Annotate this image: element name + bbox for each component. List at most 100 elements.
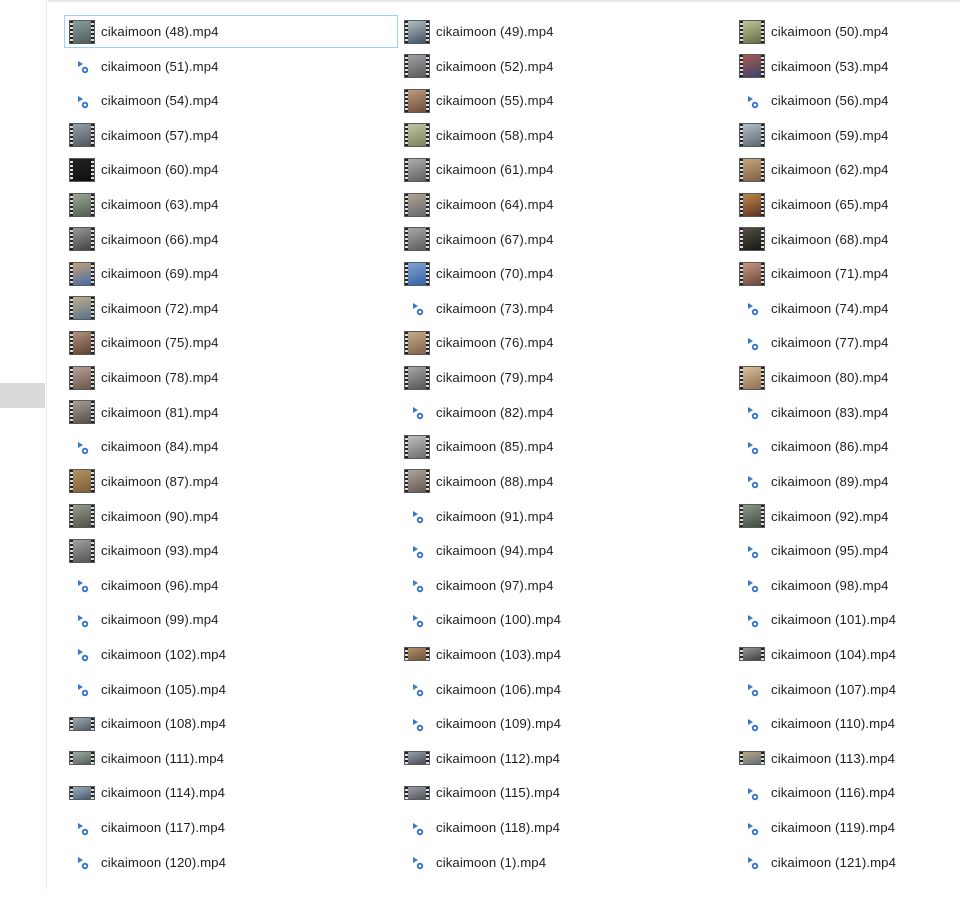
file-item[interactable]: cikaimoon (73).mp4 bbox=[399, 292, 734, 325]
file-item[interactable]: cikaimoon (93).mp4 bbox=[64, 534, 399, 567]
file-item[interactable]: cikaimoon (90).mp4 bbox=[64, 500, 399, 533]
file-name: cikaimoon (108).mp4 bbox=[101, 716, 227, 732]
file-item[interactable]: cikaimoon (53).mp4 bbox=[734, 50, 944, 83]
file-item[interactable]: cikaimoon (65).mp4 bbox=[734, 188, 944, 221]
file-item[interactable]: cikaimoon (85).mp4 bbox=[399, 430, 734, 463]
file-item[interactable]: cikaimoon (67).mp4 bbox=[399, 223, 734, 256]
file-item[interactable]: cikaimoon (79).mp4 bbox=[399, 361, 734, 394]
file-item[interactable]: cikaimoon (55).mp4 bbox=[399, 84, 734, 117]
file-item[interactable]: cikaimoon (69).mp4 bbox=[64, 257, 399, 290]
file-item[interactable]: cikaimoon (60).mp4 bbox=[64, 153, 399, 186]
file-item[interactable]: cikaimoon (118).mp4 bbox=[399, 811, 734, 844]
file-name: cikaimoon (53).mp4 bbox=[771, 58, 889, 74]
file-item[interactable]: cikaimoon (120).mp4 bbox=[64, 846, 399, 879]
file-item[interactable]: cikaimoon (87).mp4 bbox=[64, 465, 399, 498]
file-item[interactable]: cikaimoon (117).mp4 bbox=[64, 811, 399, 844]
pane-divider[interactable] bbox=[46, 0, 47, 889]
file-item[interactable]: cikaimoon (113).mp4 bbox=[734, 742, 944, 775]
video-thumbnail bbox=[69, 746, 95, 770]
file-name: cikaimoon (82).mp4 bbox=[436, 404, 554, 420]
file-item[interactable]: cikaimoon (77).mp4 bbox=[734, 326, 944, 359]
window-top-border bbox=[48, 0, 960, 2]
file-item[interactable]: cikaimoon (63).mp4 bbox=[64, 188, 399, 221]
file-item[interactable]: cikaimoon (71).mp4 bbox=[734, 257, 944, 290]
file-item[interactable]: cikaimoon (59).mp4 bbox=[734, 119, 944, 152]
file-item[interactable]: cikaimoon (83).mp4 bbox=[734, 396, 944, 429]
file-name: cikaimoon (98).mp4 bbox=[771, 577, 889, 593]
file-name: cikaimoon (101).mp4 bbox=[771, 612, 897, 628]
file-item[interactable]: cikaimoon (57).mp4 bbox=[64, 119, 399, 152]
file-item[interactable]: cikaimoon (98).mp4 bbox=[734, 569, 944, 602]
file-item[interactable]: cikaimoon (94).mp4 bbox=[399, 534, 734, 567]
file-item[interactable]: cikaimoon (62).mp4 bbox=[734, 153, 944, 186]
file-item[interactable]: cikaimoon (99).mp4 bbox=[64, 603, 399, 636]
file-item[interactable]: cikaimoon (52).mp4 bbox=[399, 50, 734, 83]
file-item[interactable]: cikaimoon (51).mp4 bbox=[64, 50, 399, 83]
file-item[interactable]: cikaimoon (66).mp4 bbox=[64, 223, 399, 256]
thumbnail-image bbox=[69, 19, 95, 44]
file-item[interactable]: cikaimoon (78).mp4 bbox=[64, 361, 399, 394]
video-thumbnail bbox=[404, 192, 430, 217]
file-item[interactable]: cikaimoon (86).mp4 bbox=[734, 430, 944, 463]
file-item[interactable]: cikaimoon (114).mp4 bbox=[64, 776, 399, 809]
file-name: cikaimoon (99).mp4 bbox=[101, 612, 219, 628]
file-name: cikaimoon (50).mp4 bbox=[771, 24, 889, 39]
navigation-pane-selected-item[interactable] bbox=[0, 383, 45, 408]
file-item[interactable]: cikaimoon (58).mp4 bbox=[399, 119, 734, 152]
file-name: cikaimoon (106).mp4 bbox=[436, 681, 562, 697]
file-item[interactable]: cikaimoon (108).mp4 bbox=[64, 707, 399, 740]
file-item[interactable]: cikaimoon (97).mp4 bbox=[399, 569, 734, 602]
file-name: cikaimoon (117).mp4 bbox=[101, 820, 226, 836]
file-item[interactable]: cikaimoon (56).mp4 bbox=[734, 84, 944, 117]
file-item[interactable]: cikaimoon (101).mp4 bbox=[734, 603, 944, 636]
file-item[interactable]: cikaimoon (74).mp4 bbox=[734, 292, 944, 325]
file-item[interactable]: cikaimoon (112).mp4 bbox=[399, 742, 734, 775]
video-file-icon bbox=[739, 573, 765, 597]
file-item[interactable]: cikaimoon (107).mp4 bbox=[734, 673, 944, 706]
file-item[interactable]: cikaimoon (82).mp4 bbox=[399, 396, 734, 429]
video-file-icon bbox=[739, 781, 765, 805]
file-item[interactable]: cikaimoon (76).mp4 bbox=[399, 326, 734, 359]
video-file-icon bbox=[69, 608, 95, 632]
file-item[interactable]: cikaimoon (105).mp4 bbox=[64, 673, 399, 706]
file-item[interactable]: cikaimoon (91).mp4 bbox=[399, 500, 734, 533]
file-name: cikaimoon (97).mp4 bbox=[436, 577, 554, 593]
file-item[interactable]: cikaimoon (54).mp4 bbox=[64, 84, 399, 117]
file-item[interactable]: cikaimoon (61).mp4 bbox=[399, 153, 734, 186]
file-name: cikaimoon (67).mp4 bbox=[436, 231, 554, 247]
file-item[interactable]: cikaimoon (115).mp4 bbox=[399, 776, 734, 809]
file-item[interactable]: cikaimoon (106).mp4 bbox=[399, 673, 734, 706]
file-item[interactable]: cikaimoon (49).mp4 bbox=[399, 15, 734, 48]
file-item[interactable]: cikaimoon (80).mp4 bbox=[734, 361, 944, 394]
file-item[interactable]: cikaimoon (64).mp4 bbox=[399, 188, 734, 221]
file-item[interactable]: cikaimoon (92).mp4 bbox=[734, 500, 944, 533]
file-item[interactable]: cikaimoon (111).mp4 bbox=[64, 742, 399, 775]
file-item[interactable]: cikaimoon (102).mp4 bbox=[64, 638, 399, 671]
file-item[interactable]: cikaimoon (119).mp4 bbox=[734, 811, 944, 844]
file-item[interactable]: cikaimoon (103).mp4 bbox=[399, 638, 734, 671]
file-item[interactable]: cikaimoon (109).mp4 bbox=[399, 707, 734, 740]
file-item[interactable]: cikaimoon (96).mp4 bbox=[64, 569, 399, 602]
file-item[interactable]: cikaimoon (72).mp4 bbox=[64, 292, 399, 325]
file-item[interactable]: cikaimoon (84).mp4 bbox=[64, 430, 399, 463]
file-item[interactable]: cikaimoon (116).mp4 bbox=[734, 776, 944, 809]
file-item[interactable]: cikaimoon (89).mp4 bbox=[734, 465, 944, 498]
file-item[interactable]: cikaimoon (50).mp4 bbox=[734, 15, 944, 48]
file-item[interactable]: cikaimoon (104).mp4 bbox=[734, 638, 944, 671]
file-name: cikaimoon (95).mp4 bbox=[771, 543, 889, 559]
file-item[interactable]: cikaimoon (88).mp4 bbox=[399, 465, 734, 498]
file-item[interactable]: cikaimoon (48).mp4 bbox=[64, 15, 398, 48]
file-item[interactable]: cikaimoon (68).mp4 bbox=[734, 223, 944, 256]
file-item[interactable]: cikaimoon (95).mp4 bbox=[734, 534, 944, 567]
video-thumbnail bbox=[739, 54, 765, 79]
file-item[interactable]: cikaimoon (121).mp4 bbox=[734, 846, 944, 879]
file-item[interactable]: cikaimoon (110).mp4 bbox=[734, 707, 944, 740]
file-item[interactable]: cikaimoon (75).mp4 bbox=[64, 326, 399, 359]
file-item[interactable]: cikaimoon (70).mp4 bbox=[399, 257, 734, 290]
file-item[interactable]: cikaimoon (100).mp4 bbox=[399, 603, 734, 636]
thumbnail-image bbox=[404, 785, 430, 800]
file-item[interactable]: cikaimoon (1).mp4 bbox=[399, 846, 734, 879]
file-item[interactable]: cikaimoon (81).mp4 bbox=[64, 396, 399, 429]
thumbnail-image bbox=[739, 751, 765, 766]
thumbnail-image bbox=[404, 19, 430, 44]
